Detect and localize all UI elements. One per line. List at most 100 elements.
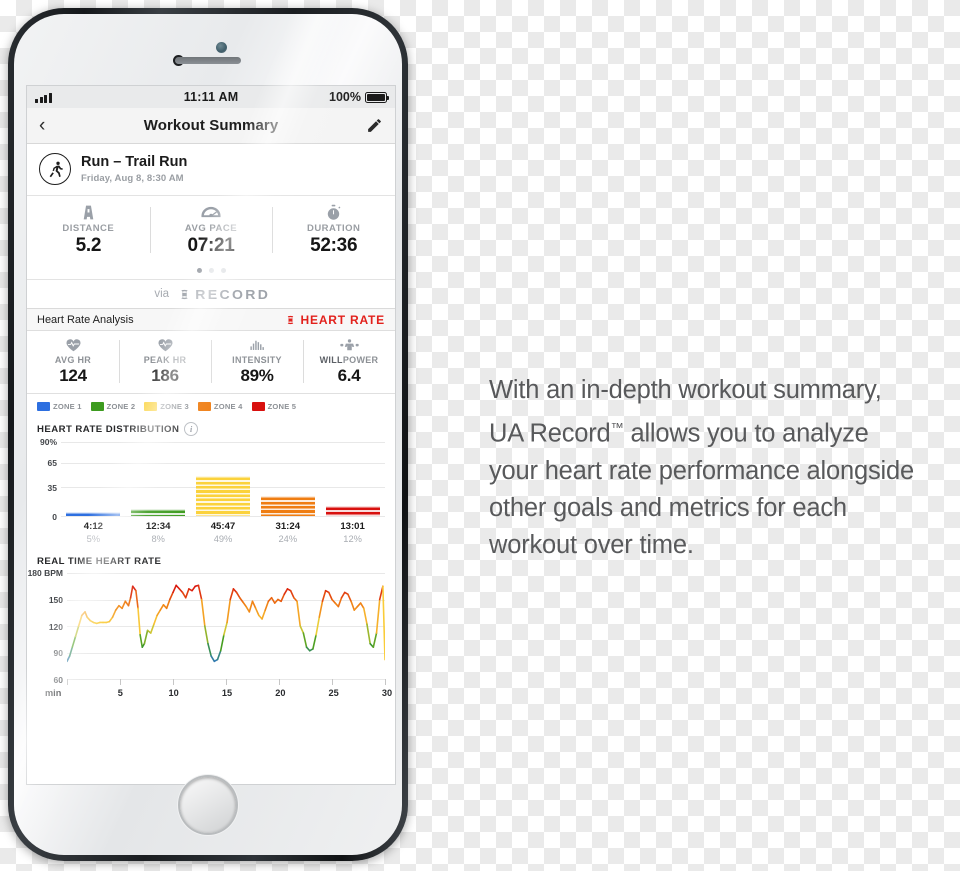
- x-axis-tick: [279, 679, 280, 685]
- distribution-bar-column[interactable]: [126, 442, 191, 516]
- realtime-hr-line: [67, 573, 385, 679]
- metric-label: AVG HR: [54, 355, 92, 365]
- metric-label: WILLPOWER: [303, 355, 395, 365]
- distribution-bar: [260, 496, 315, 516]
- speedometer-icon: [150, 203, 273, 221]
- zone-percent-label: 5%: [86, 534, 101, 544]
- metric-value: 89%: [240, 366, 274, 385]
- distribution-bar: [325, 506, 380, 516]
- distribution-bar: [195, 475, 250, 517]
- distribution-bar: [131, 509, 186, 516]
- marketing-blurb: With an in-depth workout summary, UA Rec…: [489, 372, 960, 564]
- y-axis-tick-label: 65: [47, 457, 57, 468]
- heart-pulse-icon: [27, 337, 119, 353]
- back-button[interactable]: ‹: [39, 116, 63, 135]
- edit-button[interactable]: [359, 117, 383, 134]
- gridline: 0: [52, 512, 385, 522]
- home-button[interactable]: [180, 777, 236, 833]
- x-axis-tick-label: 5: [117, 688, 123, 698]
- distribution-label-group: 31:24 24%: [255, 521, 320, 544]
- distribution-x-labels: 4:12 5% 12:34 8% 45:47 49% 31:24 24% 13:01 12%: [61, 517, 385, 544]
- y-axis-tick-label: 120: [48, 621, 63, 632]
- realtime-plot-area: 60 90 120 150 180 BPM: [28, 568, 385, 685]
- stat-duration[interactable]: DURATION 52:36: [272, 203, 395, 257]
- distribution-bar-column[interactable]: [255, 442, 320, 516]
- stat-label: DISTANCE: [62, 223, 115, 234]
- bar-levels-icon: [211, 337, 303, 353]
- battery-percent-label: 100%: [329, 90, 362, 104]
- signal-strength-icon: [35, 92, 184, 103]
- zone-time-label: 13:01: [340, 521, 365, 532]
- metric-willpower[interactable]: WILLPOWER 6.4: [303, 337, 395, 386]
- page-dot[interactable]: [220, 268, 226, 273]
- x-unit-label: min: [45, 688, 62, 698]
- realtime-x-ticks: [67, 679, 386, 688]
- road-icon: [27, 203, 150, 221]
- blurb-line-5: workout over time.: [489, 530, 694, 559]
- heart-rate-metrics-row: AVG HR 124 PEAK HR 186 INTENSITY 89% WIL…: [27, 331, 395, 394]
- legend-label: ZONE 1: [53, 402, 82, 411]
- info-icon[interactable]: i: [184, 422, 199, 436]
- metric-value: 186: [151, 366, 179, 385]
- legend-label: ZONE 2: [106, 402, 136, 411]
- page-dot[interactable]: [208, 268, 214, 273]
- legend-label: ZONE 3: [160, 402, 189, 411]
- page-dot-active[interactable]: [196, 268, 202, 273]
- legend-swatch: [197, 402, 211, 411]
- chart-title-label: REAL TIME HEART RATE: [37, 556, 162, 567]
- zone-percent-label: 24%: [278, 534, 298, 544]
- x-axis-tick: [120, 679, 121, 685]
- y-axis-tick-label: 0: [52, 512, 57, 522]
- legend-swatch: [37, 402, 50, 411]
- x-axis-tick: [226, 679, 227, 685]
- athlete-icon: [303, 337, 395, 353]
- distribution-label-group: 13:01 12%: [320, 521, 385, 544]
- earpiece-speaker: [175, 57, 241, 64]
- distribution-bar-column[interactable]: [191, 442, 256, 517]
- x-axis-tick-label: 25: [328, 688, 339, 698]
- legend-item-zone-4: ZONE 4: [197, 402, 243, 411]
- x-axis-tick-label: 15: [221, 688, 233, 698]
- legend-swatch: [90, 402, 104, 411]
- zone-time-label: 12:34: [145, 521, 171, 532]
- pencil-icon: [368, 119, 381, 132]
- distribution-label-group: 45:47 49%: [191, 521, 256, 544]
- running-person-icon: [39, 153, 71, 185]
- stat-avg-pace[interactable]: AVG PACE 07:21: [149, 203, 273, 257]
- chart-title: REAL TIME HEART RATE: [37, 552, 385, 573]
- stat-distance[interactable]: DISTANCE 5.2: [27, 203, 150, 257]
- phone-body: 11:11 AM 100% ‹ Workout Summary Run – Tr…: [14, 14, 402, 855]
- under-armour-logo-icon: [287, 315, 293, 324]
- zone-time-label: 31:24: [275, 521, 301, 532]
- y-axis-tick-label: 90: [53, 648, 63, 659]
- distribution-bar-column[interactable]: [320, 442, 385, 516]
- distribution-bar: [66, 511, 121, 517]
- heart-pulse-icon: [119, 337, 211, 353]
- zone-time-label: 4:12: [83, 521, 103, 532]
- page-indicator[interactable]: [27, 261, 395, 280]
- stat-label: AVG PACE: [184, 223, 238, 234]
- distribution-plot-area: 0 35 65 90%: [40, 437, 385, 522]
- heart-rate-badge-label: HEART RATE: [300, 312, 385, 327]
- stopwatch-icon: [272, 203, 395, 221]
- zone-percent-label: 12%: [343, 534, 362, 544]
- x-axis-tick: [385, 679, 386, 685]
- legend-label: ZONE 5: [267, 402, 297, 411]
- blurb-line-2b: allows you to analyze: [623, 419, 869, 448]
- workout-title: Run – Trail Run: [81, 154, 188, 171]
- metric-peak-hr[interactable]: PEAK HR 186: [119, 337, 211, 386]
- heart-rate-distribution-chart: HEART RATE DISTRIBUTION i 0 35 65 90% 4:12 5…: [27, 416, 395, 550]
- stat-value: 5.2: [75, 235, 102, 256]
- stat-label: DURATION: [306, 223, 361, 234]
- blurb-line-1: With an in-depth workout summary,: [489, 376, 882, 404]
- distribution-bar-column[interactable]: [61, 442, 126, 517]
- metric-intensity[interactable]: INTENSITY 89%: [211, 337, 303, 386]
- zone-time-label: 45:47: [210, 521, 236, 532]
- distribution-bars: [61, 442, 385, 517]
- blurb-line-2a: UA Record: [489, 419, 611, 448]
- navigation-bar: ‹ Workout Summary: [27, 108, 395, 144]
- via-label: via: [154, 288, 170, 300]
- metric-avg-hr[interactable]: AVG HR 124: [27, 337, 119, 386]
- chart-title-label: HEART RATE DISTRIBUTION: [37, 423, 180, 435]
- workout-header: Run – Trail Run Friday, Aug 8, 8:30 AM: [27, 144, 395, 196]
